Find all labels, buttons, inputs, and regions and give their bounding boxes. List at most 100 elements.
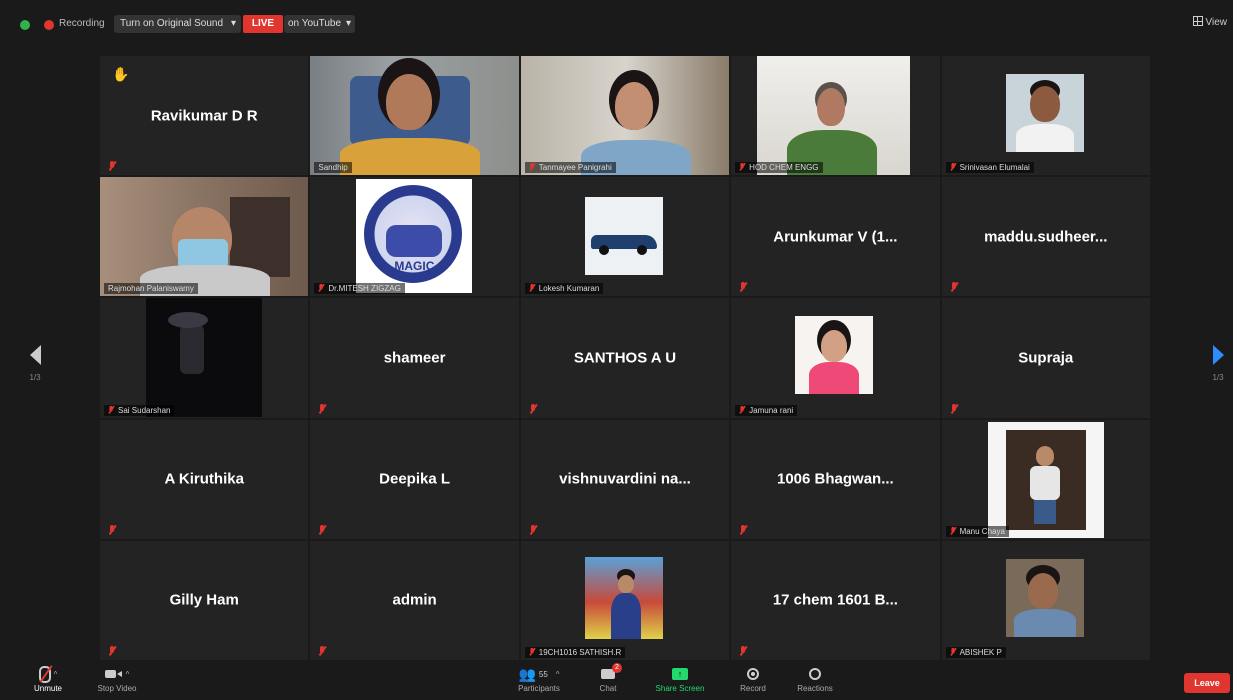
participant-tile[interactable]: Deepika L	[310, 419, 519, 539]
view-label: View	[1205, 17, 1228, 28]
participant-video	[310, 56, 519, 176]
participant-tile-active-speaker[interactable]: Rajmohan Palaniswamy	[100, 177, 309, 297]
reactions-icon	[809, 668, 821, 680]
participant-tile[interactable]: Srinivasan Elumalai	[941, 56, 1150, 176]
grid-view-icon	[1192, 16, 1203, 26]
participant-tile[interactable]: MAGIC Dr.MITESH ZIGZAG	[310, 177, 519, 297]
participant-name-label: Lokesh Kumaran	[524, 283, 604, 295]
record-icon	[747, 668, 759, 680]
muted-mic-icon	[739, 282, 747, 291]
chevron-up-icon[interactable]: ^	[556, 670, 560, 679]
participants-button[interactable]: 👥 55 ^ Participants	[506, 664, 572, 694]
participant-name: Gilly Ham	[169, 591, 239, 609]
stop-video-button[interactable]: ^ Stop Video	[90, 664, 144, 694]
participant-tile[interactable]: ✋ Ravikumar D R	[100, 56, 309, 176]
participant-tile[interactable]: Arunkumar V (1...	[731, 177, 940, 297]
live-badge[interactable]: LIVE	[243, 15, 283, 33]
record-button[interactable]: Record	[732, 664, 774, 693]
participant-name-label: Sai Sudarshan	[104, 404, 175, 416]
original-sound-button[interactable]: Turn on Original Sound ▾	[114, 15, 242, 33]
view-button[interactable]: View	[1192, 16, 1228, 28]
participant-name-label: HOD CHEM ENGG	[735, 162, 823, 174]
participant-tile[interactable]: Tanmayee Panigrahi	[520, 56, 730, 176]
participant-tile[interactable]: Sai Sudarshan	[100, 298, 309, 418]
participant-name-label: Srinivasan Elumalai	[945, 162, 1034, 174]
recording-label: Recording	[59, 18, 105, 29]
participant-tile[interactable]: ABISHEK P	[941, 540, 1150, 660]
participant-name: maddu.sudheer...	[984, 228, 1108, 246]
muted-mic-icon	[318, 524, 326, 534]
recording-icon	[44, 20, 54, 30]
raised-hand-icon: ✋	[112, 66, 130, 82]
participant-name-label: Dr.MITESH ZIGZAG	[314, 283, 405, 295]
page-indicator: 1/3	[1212, 373, 1224, 382]
chat-unread-badge: 2	[612, 663, 622, 673]
chevron-down-icon[interactable]: ▾	[231, 15, 236, 33]
stop-video-label: Stop Video	[97, 684, 137, 693]
participant-tile[interactable]: 19CH1016 SATHISH.R	[520, 540, 730, 660]
muted-mic-icon	[318, 284, 324, 291]
muted-mic-icon	[739, 645, 747, 655]
participant-name: Ravikumar D R	[150, 107, 258, 125]
gallery-grid: ✋ Ravikumar D R Sandhip Tanmayee Panigra…	[100, 56, 1152, 660]
participant-name: Arunkumar V (1...	[773, 228, 898, 246]
muted-mic-icon	[949, 163, 955, 170]
participant-tile[interactable]: 1006 Bhagwan...	[731, 419, 940, 539]
chevron-up-icon[interactable]: ^	[54, 670, 58, 679]
next-page-button[interactable]: 1/3	[1203, 345, 1233, 382]
page-indicator: 1/3	[29, 373, 41, 382]
profile-photo	[1005, 74, 1084, 152]
participant-tile[interactable]: Sandhip	[310, 56, 519, 176]
participants-count: 55	[538, 669, 548, 679]
participant-tile[interactable]: Jamuna rani	[731, 298, 940, 418]
leave-button[interactable]: Leave	[1184, 673, 1230, 693]
participant-tile[interactable]: Manu Chaya	[941, 419, 1150, 539]
muted-mic-icon	[38, 665, 51, 683]
participant-video	[100, 177, 309, 297]
participant-name-label: ABISHEK P	[945, 646, 1006, 658]
muted-mic-icon	[318, 403, 326, 413]
muted-mic-icon	[949, 526, 955, 534]
muted-mic-icon	[529, 647, 535, 655]
muted-mic-icon	[318, 645, 326, 655]
chat-button[interactable]: 2 Chat	[590, 663, 626, 693]
participant-tile[interactable]: 17 chem 1601 B...	[731, 540, 940, 660]
participant-tile[interactable]: shameer	[310, 298, 519, 418]
participant-tile[interactable]: HOD CHEM ENGG	[731, 56, 940, 176]
chevron-left-icon	[29, 345, 41, 365]
unmute-button[interactable]: ^ Unmute	[28, 664, 68, 693]
participant-name: vishnuvardini na...	[559, 470, 691, 488]
muted-mic-icon	[529, 284, 535, 291]
participant-tile[interactable]: A Kiruthika	[100, 419, 309, 539]
participant-name-label: 19CH1016 SATHISH.R	[524, 646, 626, 658]
participant-tile[interactable]: Lokesh Kumaran	[520, 177, 730, 297]
participants-label: Participants	[518, 684, 560, 693]
participant-tile[interactable]: vishnuvardini na...	[520, 419, 730, 539]
participant-tile[interactable]: admin	[310, 540, 519, 660]
muted-mic-icon	[949, 647, 955, 655]
youtube-stream-label: on YouTube	[288, 18, 342, 29]
muted-mic-icon	[950, 282, 958, 291]
youtube-stream-button[interactable]: on YouTube ▾	[284, 15, 356, 33]
participant-tile[interactable]: Supraja	[941, 298, 1150, 418]
reactions-label: Reactions	[797, 684, 833, 693]
share-screen-button[interactable]: ↑ Share Screen	[648, 664, 712, 693]
participant-video	[520, 56, 730, 176]
participant-name: Supraja	[1018, 349, 1074, 367]
participant-tile[interactable]: SANTHOS A U	[520, 298, 730, 418]
participants-icon: 👥	[518, 665, 536, 682]
muted-mic-icon	[529, 163, 535, 170]
meeting-toolbar: ^ Unmute ^ Stop Video 👥 55 ^ Participants …	[0, 662, 1233, 700]
participant-name-label: Sandhip	[314, 162, 352, 174]
participant-tile[interactable]: Gilly Ham	[100, 540, 309, 660]
chevron-down-icon[interactable]: ▾	[346, 15, 351, 33]
previous-page-button[interactable]: 1/3	[20, 345, 50, 382]
reactions-button[interactable]: Reactions	[790, 664, 840, 693]
record-label: Record	[740, 684, 766, 693]
chevron-up-icon[interactable]: ^	[126, 670, 130, 679]
share-screen-icon: ↑	[672, 668, 688, 680]
security-shield-icon[interactable]	[20, 20, 30, 30]
participant-tile[interactable]: maddu.sudheer...	[941, 177, 1150, 297]
participant-video	[757, 56, 910, 176]
unmute-label: Unmute	[33, 684, 62, 693]
